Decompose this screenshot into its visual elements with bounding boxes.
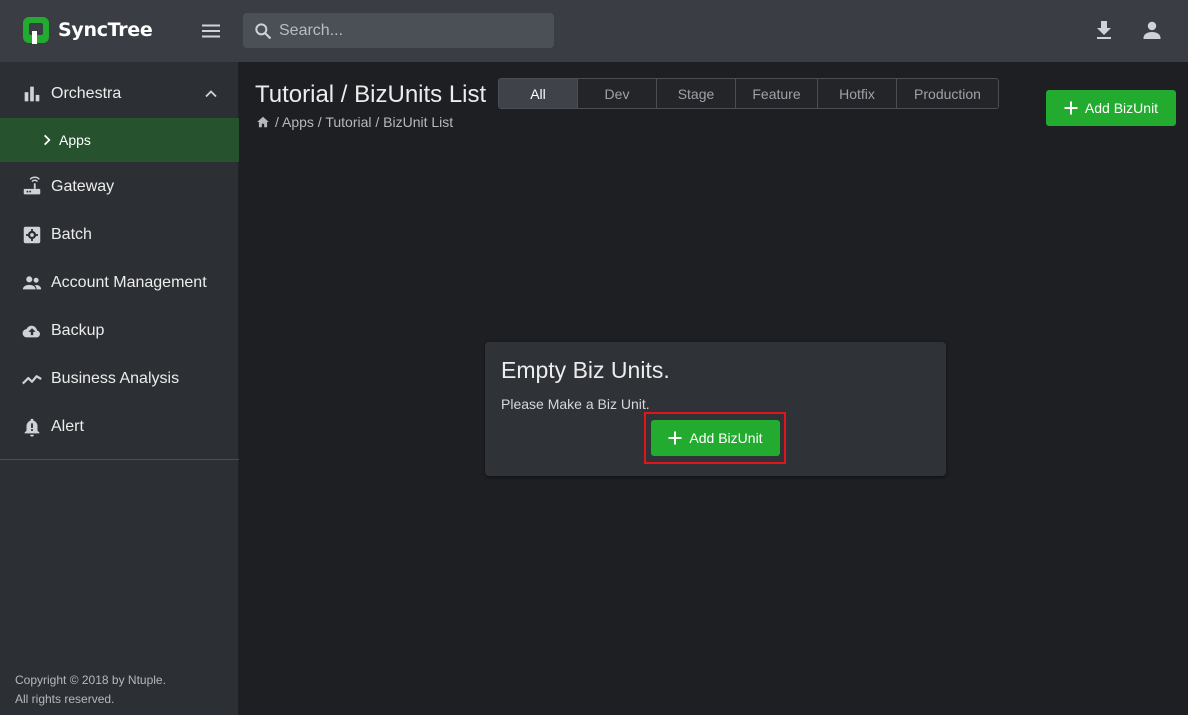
sidebar-subitem-apps[interactable]: Apps — [0, 118, 239, 162]
copyright-line: Copyright © 2018 by Ntuple. — [15, 673, 166, 687]
tab-production[interactable]: Production — [897, 79, 998, 108]
tab-hotfix[interactable]: Hotfix — [818, 79, 897, 108]
search-input[interactable] — [279, 21, 539, 40]
button-label: Add BizUnit — [1084, 100, 1159, 116]
search-icon — [255, 22, 272, 39]
sidebar-item-label: Gateway — [51, 178, 115, 195]
cloud-upload-icon — [22, 325, 40, 338]
tab-feature[interactable]: Feature — [736, 79, 818, 108]
sidebar-item-label: Account Management — [51, 274, 207, 291]
environment-tabs: All Dev Stage Feature Hotfix Production — [498, 78, 999, 109]
sidebar-item-label: Batch — [51, 226, 92, 243]
app-name: SyncTree — [58, 19, 153, 41]
copyright: Copyright © 2018 by Ntuple. All rights r… — [15, 671, 166, 709]
sidebar-item-backup[interactable]: Backup — [0, 307, 239, 355]
sidebar-divider — [0, 459, 239, 460]
sidebar-item-gateway[interactable]: Gateway — [0, 163, 239, 211]
user-icon[interactable] — [1140, 18, 1164, 42]
trend-line-icon — [22, 375, 42, 385]
sidebar-item-batch[interactable]: Batch — [0, 211, 239, 259]
copyright-line: All rights reserved. — [15, 692, 115, 706]
chevron-up-icon[interactable] — [201, 84, 221, 104]
sidebar-item-label: Business Analysis — [51, 370, 180, 387]
bar-chart-icon — [24, 86, 40, 102]
synctree-logo-icon — [23, 17, 49, 44]
tab-all[interactable]: All — [499, 79, 578, 108]
breadcrumb-path[interactable]: / Apps / Tutorial / BizUnit List — [275, 114, 453, 130]
sidebar-item-orchestra[interactable]: Orchestra — [0, 70, 239, 118]
chevron-right-icon — [44, 134, 51, 146]
breadcrumb: / Apps / Tutorial / BizUnit List — [256, 114, 453, 130]
router-icon — [23, 176, 41, 195]
download-icon[interactable] — [1092, 18, 1116, 42]
highlight-box — [644, 412, 786, 464]
search-box — [243, 13, 554, 48]
home-icon[interactable] — [256, 115, 270, 129]
plus-icon — [1064, 101, 1078, 115]
sidebar-item-label: Orchestra — [51, 85, 122, 102]
add-bizunit-header-button[interactable]: Add BizUnit — [1046, 90, 1176, 126]
top-bar: SyncTree — [0, 0, 1188, 62]
sidebar-item-alert[interactable]: Alert — [0, 403, 239, 451]
sidebar-subitem-label: Apps — [59, 132, 91, 148]
empty-state-title: Empty Biz Units. — [501, 357, 670, 383]
tab-stage[interactable]: Stage — [657, 79, 736, 108]
sidebar-item-label: Alert — [51, 418, 84, 435]
logo[interactable]: SyncTree — [22, 16, 153, 44]
tab-dev[interactable]: Dev — [578, 79, 657, 108]
gear-box-icon — [23, 226, 41, 244]
page-title: Tutorial / BizUnits List — [255, 81, 487, 108]
sidebar-item-account-management[interactable]: Account Management — [0, 259, 239, 307]
sidebar: Orchestra Apps Gateway Batch Account Man… — [0, 62, 239, 715]
people-icon — [22, 276, 42, 290]
sidebar-item-business-analysis[interactable]: Business Analysis — [0, 355, 239, 403]
sidebar-item-label: Backup — [51, 322, 105, 339]
bell-alert-icon — [24, 418, 40, 437]
menu-icon[interactable] — [199, 19, 223, 43]
empty-state-message: Please Make a Biz Unit. — [501, 396, 650, 412]
